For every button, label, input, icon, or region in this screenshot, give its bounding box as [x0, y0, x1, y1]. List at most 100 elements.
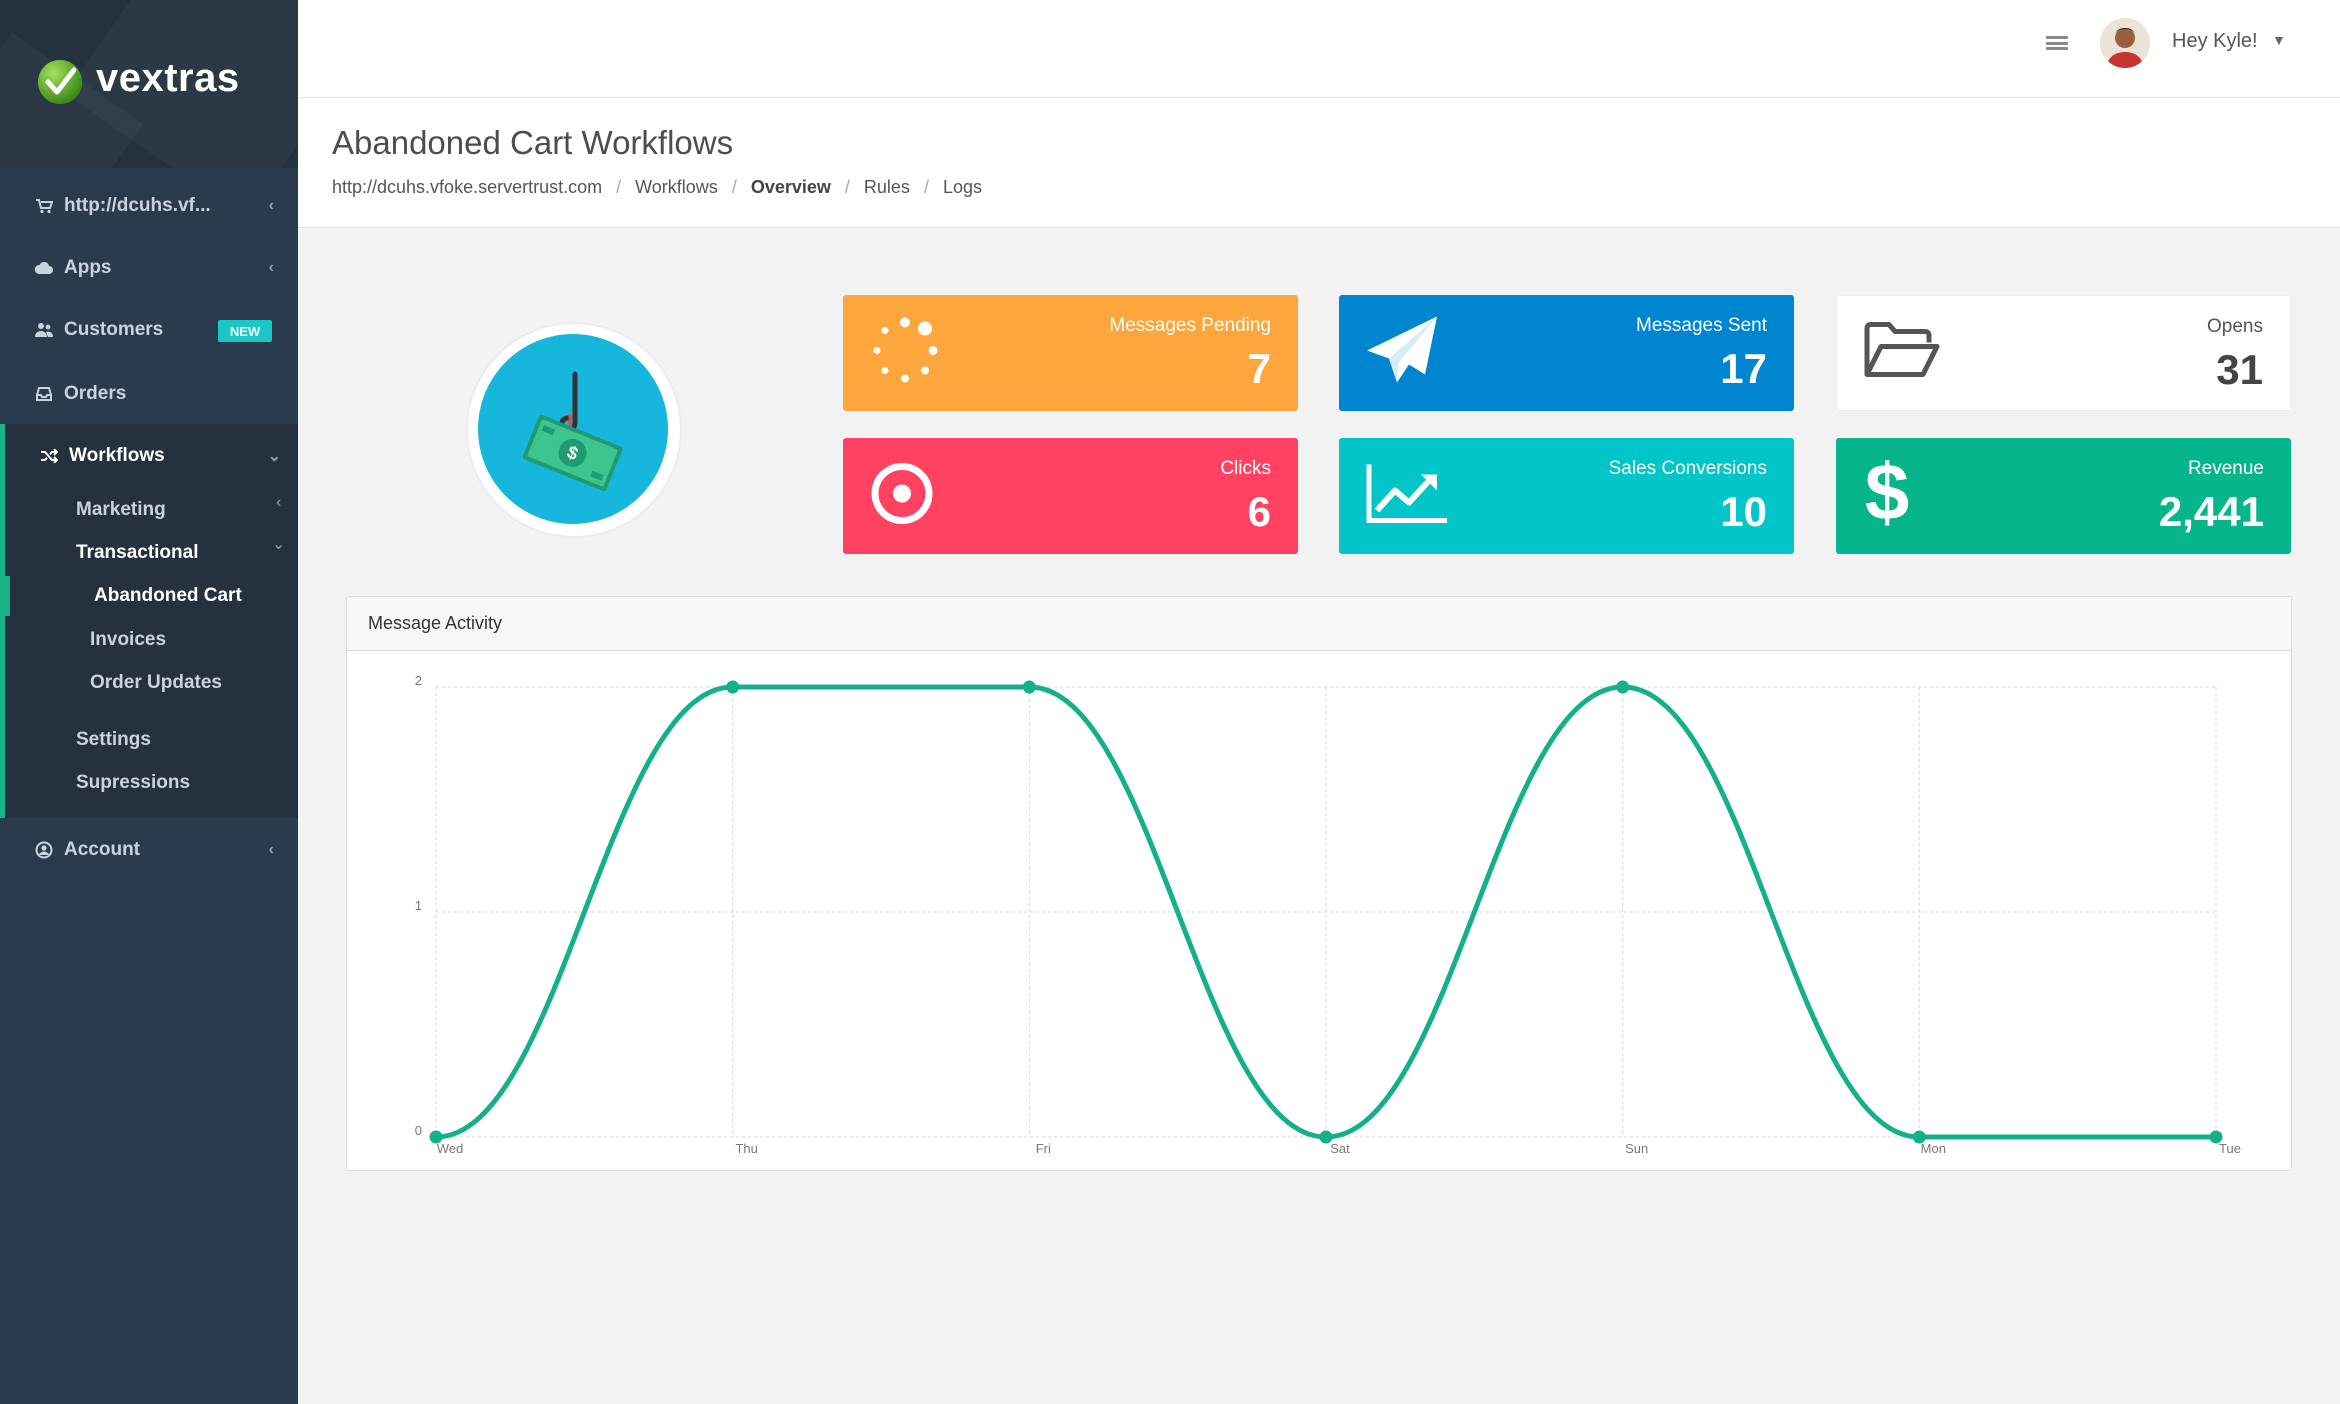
page-header: Abandoned Cart Workflows http://dcuhs.vf… — [298, 98, 2340, 228]
stat-value: 6 — [1247, 488, 1271, 535]
sidebar-item-workflows[interactable]: Workflows ⌄ — [5, 426, 298, 486]
sidebar-item-store[interactable]: http://dcuhs.vf... ‹ — [0, 176, 298, 236]
stat-card-sent[interactable]: Messages Sent 17 — [1339, 295, 1794, 411]
sidebar-subitem-settings[interactable]: Settings — [76, 729, 151, 751]
y-tick-label: 1 — [415, 898, 422, 913]
breadcrumb-separator: / — [616, 177, 622, 197]
target-icon — [869, 461, 935, 532]
x-tick-label: Fri — [1036, 1141, 1051, 1156]
message-activity-panel: Message Activity 0 1 2 Wed Thu Fri Sat Sun Mon Tu… — [346, 596, 2292, 1171]
data-point — [2209, 1130, 2223, 1144]
cart-icon — [34, 196, 54, 216]
breadcrumb: http://dcuhs.vfoke.servertrust.com / Wor… — [332, 177, 982, 198]
svg-text:$: $ — [1865, 454, 1910, 534]
message-activity-chart: 0 1 2 Wed Thu Fri Sat Sun Mon Tue — [415, 673, 2241, 1156]
x-tick-label: Sun — [1625, 1141, 1648, 1156]
y-tick-label: 2 — [415, 673, 422, 688]
page-title: Abandoned Cart Workflows — [332, 124, 734, 161]
data-point — [1616, 680, 1630, 694]
chevron-left-icon: ‹ — [268, 197, 274, 214]
stat-label: Messages Pending — [1109, 315, 1271, 336]
breadcrumb-separator: / — [923, 177, 929, 197]
stat-label: Clicks — [1220, 458, 1271, 479]
paper-plane-icon — [1365, 315, 1441, 392]
cloud-icon — [34, 258, 54, 278]
sidebar-item-apps[interactable]: Apps ‹ — [0, 238, 298, 298]
sidebar-item-label: Customers — [64, 319, 164, 340]
dollar-icon: $ — [1862, 448, 1912, 539]
breadcrumb-overview[interactable]: Overview — [751, 177, 831, 198]
x-tick-label: Tue — [2219, 1141, 2241, 1156]
breadcrumb-store[interactable]: http://dcuhs.vfoke.servertrust.com — [332, 177, 602, 198]
sidebar-item-label: Account — [64, 839, 140, 860]
spinner-icon — [869, 315, 941, 392]
stat-card-opens[interactable]: Opens 31 — [1836, 295, 2291, 411]
stat-card-revenue[interactable]: $ Revenue 2,441 — [1836, 438, 2291, 554]
x-tick-label: Wed — [437, 1141, 464, 1156]
stat-label: Opens — [2207, 316, 2263, 337]
x-tick-label: Mon — [1921, 1141, 1946, 1156]
data-point — [1022, 680, 1036, 694]
breadcrumb-separator: / — [844, 177, 850, 197]
folder-open-icon — [1863, 321, 1941, 386]
user-circle-icon — [34, 840, 54, 860]
sidebar-item-label: http://dcuhs.vf... — [64, 195, 211, 216]
sidebar-subitem-invoices[interactable]: Invoices — [90, 629, 166, 651]
menu-toggle-icon[interactable] — [2044, 32, 2070, 54]
breadcrumb-rules[interactable]: Rules — [864, 177, 910, 198]
stat-value: 10 — [1720, 488, 1767, 535]
stat-card-conversions[interactable]: Sales Conversions 10 — [1339, 438, 1794, 554]
line-chart-icon — [1365, 463, 1449, 530]
x-tick-label: Thu — [735, 1141, 757, 1156]
avatar[interactable] — [2100, 18, 2150, 68]
breadcrumb-logs[interactable]: Logs — [943, 177, 982, 198]
shuffle-icon — [39, 446, 59, 466]
sidebar-item-label: Workflows — [69, 445, 165, 466]
stat-label: Messages Sent — [1636, 315, 1767, 336]
sidebar-subitem-marketing[interactable]: Marketing — [76, 499, 166, 521]
money-hook-icon: $ — [478, 334, 668, 524]
stat-card-clicks[interactable]: Clicks 6 — [843, 438, 1298, 554]
chevron-left-icon: ‹ — [268, 259, 274, 276]
data-point — [429, 1130, 443, 1144]
sidebar-subitem-abandoned-cart[interactable]: Abandoned Cart — [94, 585, 242, 607]
users-icon — [34, 320, 54, 340]
sidebar: vextras http://dcuhs.vf... ‹ Apps ‹ Cust… — [0, 0, 298, 1404]
chevron-down-icon: ⌄ — [267, 448, 281, 465]
chevron-left-icon: ‹ — [276, 494, 282, 511]
breadcrumb-workflows[interactable]: Workflows — [635, 177, 718, 198]
chevron-left-icon: ‹ — [268, 841, 274, 858]
sidebar-item-label: Orders — [64, 383, 127, 404]
brand-name[interactable]: vextras — [96, 56, 240, 101]
chevron-down-icon: ⌄ — [272, 536, 286, 553]
y-tick-label: 0 — [415, 1123, 422, 1138]
brand-header: vextras — [0, 0, 298, 168]
x-tick-label: Sat — [1330, 1141, 1350, 1156]
user-greeting[interactable]: Hey Kyle! — [2172, 30, 2258, 53]
chart-title: Message Activity — [368, 613, 503, 633]
sidebar-subitem-transactional[interactable]: Transactional — [76, 542, 199, 564]
sidebar-item-label: Apps — [64, 257, 112, 278]
stat-value: 31 — [2216, 346, 2263, 393]
inbox-icon — [34, 384, 54, 404]
data-point — [1319, 1130, 1333, 1144]
logo-icon — [38, 60, 82, 104]
stat-card-pending[interactable]: Messages Pending 7 — [843, 295, 1298, 411]
stat-value: 7 — [1247, 345, 1271, 392]
sidebar-subitem-order-updates[interactable]: Order Updates — [90, 672, 222, 694]
breadcrumb-separator: / — [731, 177, 737, 197]
sidebar-item-orders[interactable]: Orders — [0, 364, 298, 424]
stat-label: Revenue — [2187, 458, 2264, 479]
sidebar-subitem-supressions[interactable]: Supressions — [76, 772, 190, 794]
sidebar-item-account[interactable]: Account ‹ — [0, 820, 298, 880]
data-point — [1912, 1130, 1926, 1144]
caret-down-icon[interactable]: ▼ — [2272, 32, 2286, 48]
active-indicator — [0, 576, 10, 616]
stat-label: Sales Conversions — [1608, 458, 1767, 479]
stat-value: 2,441 — [2158, 488, 2264, 535]
top-bar: Hey Kyle! ▼ — [298, 0, 2340, 98]
panel-header: Message Activity — [347, 597, 2291, 651]
data-point — [726, 680, 740, 694]
stat-value: 17 — [1720, 345, 1767, 392]
new-badge: NEW — [218, 320, 272, 342]
